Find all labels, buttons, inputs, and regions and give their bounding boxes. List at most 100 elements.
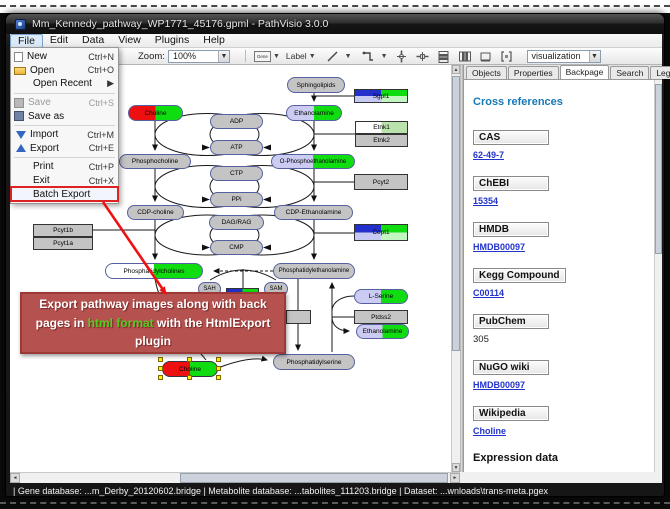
menu-bar: FileEditDataViewPluginsHelp — [10, 34, 662, 48]
menu-item-data[interactable]: Data — [75, 34, 111, 47]
file-menu-item-import[interactable]: ImportCtrl+M — [11, 128, 118, 142]
pathway-node-phosphatidylethanolamine[interactable]: Phosphatidylethanolamine — [273, 263, 355, 279]
tab-backpage[interactable]: Backpage — [560, 65, 610, 79]
pathway-node-cept1[interactable]: Cept1 — [354, 224, 408, 241]
file-menu-item-new[interactable]: NewCtrl+N — [11, 50, 118, 64]
pathway-node-cmp[interactable]: CMP — [210, 240, 263, 255]
chevron-down-icon[interactable]: ▼ — [309, 53, 316, 60]
scroll-left-icon[interactable]: ◄ — [10, 473, 20, 483]
open-folder-icon — [14, 67, 26, 75]
selection-handle[interactable] — [216, 357, 221, 362]
canvas-vertical-scrollbar[interactable]: ▲ ▼ — [451, 65, 460, 472]
pathway-node-l-serine[interactable]: L-Serine — [354, 289, 408, 304]
scroll-up-icon[interactable]: ▲ — [452, 65, 460, 74]
menu-item-plugins[interactable]: Plugins — [148, 34, 196, 47]
pathway-node-cdp-choline[interactable]: CDP-choline — [127, 205, 184, 220]
scrollbar-thumb[interactable] — [655, 84, 662, 254]
pathway-node-pcyt1b[interactable]: Pcyt1b — [33, 224, 93, 237]
pathway-node-atp[interactable]: ATP — [210, 140, 263, 155]
file-menu-item-open[interactable]: OpenCtrl+O — [11, 64, 118, 78]
label-tool-button[interactable]: Label ▼ — [284, 49, 318, 64]
align-horizontal-center-icon[interactable] — [416, 50, 429, 63]
zoom-combobox[interactable]: 100% ▼ — [168, 50, 230, 63]
xref-value-nugo-wiki[interactable]: HMDB00097 — [473, 380, 525, 390]
pathway-node-sphingolipids[interactable]: Sphingolipids — [287, 77, 345, 93]
pathway-node-o-phosphoethanolamine[interactable]: O-Phosphoethanolamine — [271, 154, 355, 169]
chevron-down-icon[interactable]: ▼ — [273, 53, 280, 60]
pathway-node-ctp[interactable]: CTP — [210, 166, 263, 181]
pathway-node-ppi[interactable]: PPi — [210, 192, 263, 207]
pathway-node-phosphatidylserine[interactable]: Phosphatidylserine — [273, 354, 355, 370]
window-title: Mm_Kennedy_pathway_WP1771_45176.gpml - P… — [32, 18, 328, 30]
file-menu-item-save[interactable]: SaveCtrl+S — [11, 96, 118, 110]
xref-value-kegg-compound[interactable]: C00114 — [473, 288, 504, 298]
stack-horizontal-icon[interactable] — [458, 50, 471, 63]
tab-properties[interactable]: Properties — [508, 66, 559, 79]
side-panel: ObjectsPropertiesBackpageSearchLegend Cr… — [463, 65, 662, 472]
xref-header-chebi: ChEBI — [473, 176, 549, 191]
file-menu-item-exit[interactable]: ExitCtrl+X — [11, 174, 118, 188]
selection-handle[interactable] — [187, 357, 192, 362]
pathway-node-ethanolamine-bottom[interactable]: Ethanolamine — [356, 324, 409, 339]
gene-datanode-button[interactable]: Gene ▼ — [252, 49, 282, 64]
file-menu-item-export[interactable]: ExportCtrl+E — [11, 142, 118, 156]
pathway-node-sgpl1[interactable]: Sgpl1 — [354, 89, 408, 103]
menu-item-edit[interactable]: Edit — [43, 34, 75, 47]
pathway-node-etnk2[interactable]: Etnk2 — [355, 134, 408, 147]
scrollbar-thumb[interactable] — [180, 473, 448, 483]
panel-vertical-scrollbar[interactable] — [654, 80, 662, 472]
menu-item-view[interactable]: View — [111, 34, 148, 47]
file-menu-item-save-as[interactable]: Save as — [11, 109, 118, 123]
chevron-down-icon[interactable]: ▼ — [589, 51, 600, 62]
selection-handle[interactable] — [158, 357, 163, 362]
scroll-down-icon[interactable]: ▼ — [452, 463, 460, 472]
chevron-down-icon[interactable]: ▼ — [381, 53, 388, 60]
pathway-node-cdp-ethanolamine[interactable]: CDP-Ethanolamine — [274, 205, 353, 220]
pathway-node-pcyt2[interactable]: Pcyt2 — [354, 174, 408, 190]
pathway-node-choline-top[interactable]: Choline — [128, 105, 183, 121]
menu-item-shortcut: Ctrl+M — [87, 130, 114, 140]
distribute-icon[interactable] — [479, 50, 492, 63]
pathway-node-phosphocholine[interactable]: Phosphocholine — [119, 154, 191, 169]
pathway-node-adp[interactable]: ADP — [210, 114, 263, 129]
pathway-node-gene-hidden[interactable] — [286, 310, 311, 324]
xref-value-chebi[interactable]: 15354 — [473, 196, 498, 206]
chevron-down-icon[interactable]: ▼ — [345, 53, 352, 60]
file-menu-item-open-recent[interactable]: Open Recent▶ — [11, 77, 118, 91]
file-menu-item-print[interactable]: PrintCtrl+P — [11, 160, 118, 174]
selection-handle[interactable] — [158, 375, 163, 380]
align-vertical-center-icon[interactable] — [395, 50, 408, 63]
connector-tool-button[interactable]: ▼ — [356, 49, 390, 64]
scrollbar-thumb[interactable] — [452, 76, 460, 351]
selection-handle[interactable] — [216, 375, 221, 380]
stack-vertical-icon[interactable] — [437, 50, 450, 63]
canvas-horizontal-scrollbar[interactable]: ◄ ► — [10, 472, 460, 483]
pathway-node-dag-rag[interactable]: DAG/RAG — [209, 215, 264, 230]
menu-item-shortcut: Ctrl+P — [89, 162, 114, 172]
tab-search[interactable]: Search — [610, 66, 649, 79]
callout-text-after: with the HtmlExport plugin — [135, 316, 270, 349]
selection-handle[interactable] — [187, 375, 192, 380]
pathway-node-etnk1[interactable]: Etnk1 — [355, 121, 408, 134]
pathway-node-ptdss2[interactable]: Ptdss2 — [354, 310, 408, 324]
xref-value-wikipedia[interactable]: Choline — [473, 426, 506, 436]
xref-header-kegg-compound: Kegg Compound — [473, 268, 566, 283]
tab-objects[interactable]: Objects — [466, 66, 507, 79]
line-tool-button[interactable]: ▼ — [320, 49, 354, 64]
title-bar[interactable]: Mm_Kennedy_pathway_WP1771_45176.gpml - P… — [6, 14, 664, 34]
pathway-node-ethanolamine-top[interactable]: Ethanolamine — [286, 105, 342, 121]
tab-legend[interactable]: Legend — [650, 66, 670, 79]
chevron-down-icon[interactable]: ▼ — [218, 51, 229, 62]
pathway-node-phosphatidylcholines[interactable]: Phosphatidylcholines — [105, 263, 203, 279]
menu-item-help[interactable]: Help — [196, 34, 232, 47]
visualization-combobox[interactable]: visualization ▼ — [527, 50, 601, 63]
pathway-node-pcyt1a[interactable]: Pcyt1a — [33, 237, 93, 250]
xref-value-hmdb[interactable]: HMDB00097 — [473, 242, 525, 252]
xref-value-cas[interactable]: 62-49-7 — [473, 150, 504, 160]
menu-item-file[interactable]: File — [10, 34, 43, 48]
scroll-right-icon[interactable]: ► — [450, 473, 460, 483]
file-menu-item-batch-export[interactable]: Batch Export — [11, 187, 118, 201]
group-icon[interactable] — [500, 50, 513, 63]
selection-handle[interactable] — [216, 366, 221, 371]
selection-handle[interactable] — [158, 366, 163, 371]
